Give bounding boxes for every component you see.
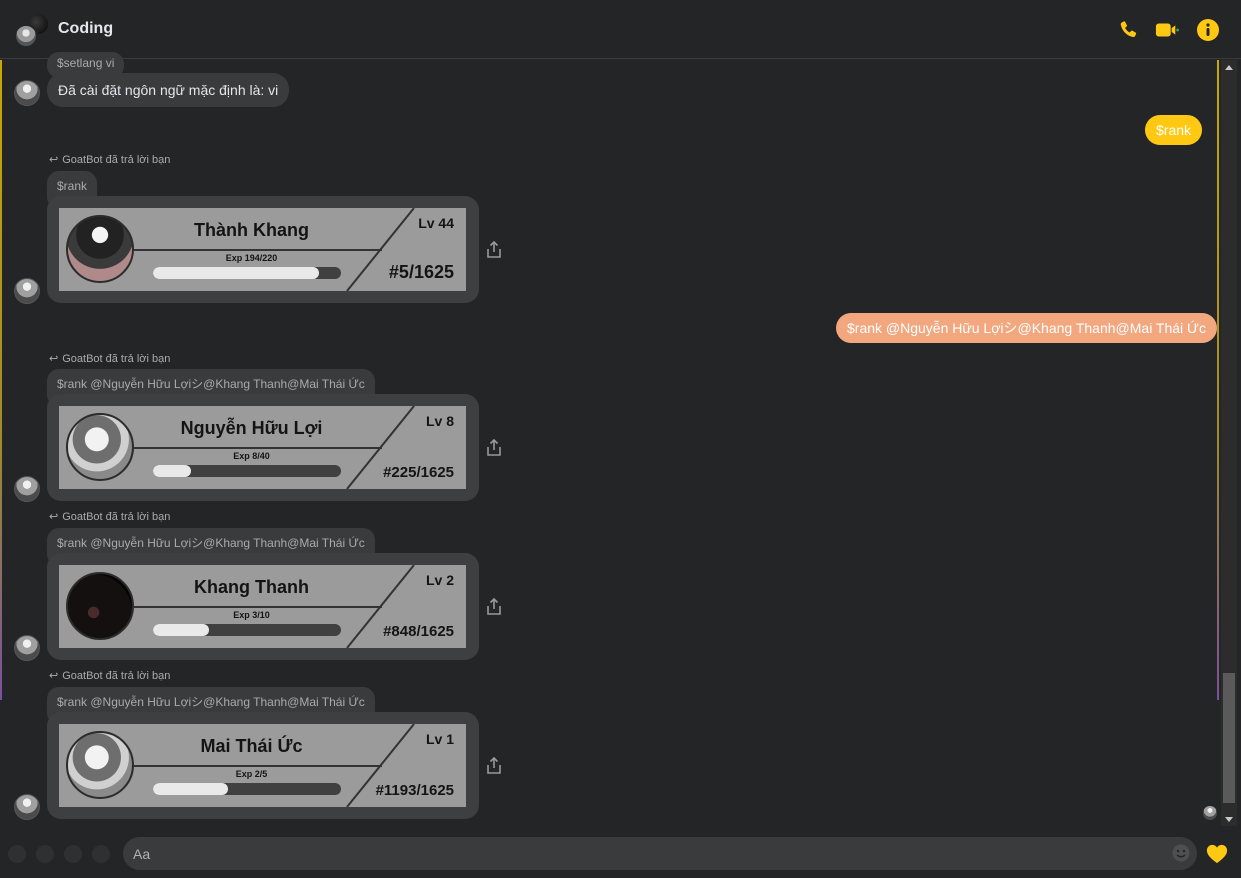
exp-progress-fill [153, 267, 319, 279]
reply-arrow-icon: ↩ [49, 353, 59, 365]
yellow-heart-icon[interactable] [1206, 843, 1228, 865]
scrollbar-thumb[interactable] [1223, 673, 1235, 803]
rank-card-message[interactable]: Thành Khang Exp 194/220 Lv 44 #5/1625 [47, 196, 479, 303]
rank-exp-text: Exp 194/220 [225, 253, 278, 263]
rank-card: Khang Thanh Exp 3/10 Lv 2 #848/1625 [59, 565, 466, 648]
rank-card: Nguyễn Hữu Lợi Exp 8/40 Lv 8 #225/1625 [59, 406, 466, 489]
group-avatar[interactable] [14, 12, 50, 48]
replied-label: ↩ GoatBot đã trả lời bạn [49, 352, 170, 365]
sender-avatar[interactable] [14, 476, 40, 502]
exp-progress-fill [153, 465, 191, 477]
rank-card: Mai Thái Ức Exp 2/5 Lv 1 #1193/1625 [59, 724, 466, 807]
exp-progress-fill [153, 783, 229, 795]
rank-exp-text: Exp 2/5 [235, 769, 268, 779]
replied-label: ↩ GoatBot đã trả lời bạn [49, 510, 170, 523]
group-avatar-member-2 [14, 24, 38, 48]
replied-label-text: GoatBot đã trả lời bạn [62, 670, 171, 682]
user-avatar [66, 215, 134, 283]
seen-indicator-avatar [1203, 806, 1217, 820]
share-icon[interactable] [486, 241, 502, 259]
rank-exp-text: Exp 3/10 [233, 610, 270, 620]
incoming-message[interactable]: Đã cài đặt ngôn ngữ mặc định là: vi [47, 73, 290, 107]
gif-icon[interactable] [92, 845, 110, 863]
outgoing-message[interactable]: $rank @Nguyễn Hữu Lợiシ@Khang Thanh@Mai T… [836, 313, 1218, 343]
window-edge-left [0, 60, 2, 700]
user-avatar [66, 572, 134, 640]
reply-arrow-icon: ↩ [49, 511, 59, 523]
share-icon[interactable] [486, 439, 502, 457]
share-icon[interactable] [486, 757, 502, 775]
scroll-down-arrow-icon[interactable] [1225, 817, 1233, 822]
chat-title[interactable]: Coding [58, 20, 113, 38]
rank-position: #1193/1625 [375, 782, 454, 799]
rank-user-name: Khang Thanh [194, 577, 309, 597]
messenger-window: Coding $setlang vi Đã cài đặt ngôn ngữ m… [0, 0, 1241, 878]
sender-avatar[interactable] [14, 278, 40, 304]
rank-position: #5/1625 [388, 262, 454, 282]
rank-card-message[interactable]: Mai Thái Ức Exp 2/5 Lv 1 #1193/1625 [47, 712, 479, 819]
user-avatar [66, 413, 134, 481]
replied-label: ↩ GoatBot đã trả lời bạn [49, 669, 170, 682]
rank-user-name: Thành Khang [194, 220, 309, 240]
exp-progress-bar [153, 267, 341, 279]
messages-scrollbar[interactable] [1221, 60, 1237, 826]
exp-progress-bar [153, 465, 341, 477]
rank-level: Lv 1 [425, 731, 454, 747]
user-avatar [66, 731, 134, 799]
message-composer [123, 837, 1197, 870]
sender-avatar[interactable] [14, 635, 40, 661]
exp-progress-bar [153, 783, 341, 795]
exp-progress-bar [153, 624, 341, 636]
rank-level: Lv 8 [425, 413, 454, 429]
reply-arrow-icon: ↩ [49, 670, 59, 682]
sticker-icon[interactable] [64, 845, 82, 863]
phone-icon[interactable] [1117, 18, 1141, 42]
reply-arrow-icon: ↩ [49, 154, 59, 166]
more-actions-icon[interactable] [8, 845, 26, 863]
replied-label-text: GoatBot đã trả lời bạn [62, 511, 171, 523]
outgoing-message[interactable]: $rank [1145, 115, 1203, 145]
chat-header: Coding [0, 0, 1241, 59]
video-call-icon[interactable] [1155, 18, 1179, 42]
rank-user-name: Nguyễn Hữu Lợi [180, 418, 323, 438]
rank-user-name: Mai Thái Ức [200, 736, 303, 756]
share-icon[interactable] [486, 598, 502, 616]
emoji-icon[interactable] [1172, 844, 1190, 862]
replied-label-text: GoatBot đã trả lời bạn [62, 154, 171, 166]
rank-position: #225/1625 [383, 464, 454, 481]
sender-avatar[interactable] [14, 80, 40, 106]
rank-card-message[interactable]: Nguyễn Hữu Lợi Exp 8/40 Lv 8 #225/1625 [47, 394, 479, 501]
info-icon[interactable] [1196, 18, 1220, 42]
rank-card-message[interactable]: Khang Thanh Exp 3/10 Lv 2 #848/1625 [47, 553, 479, 660]
composer-actions [8, 845, 116, 863]
replied-label: ↩ GoatBot đã trả lời bạn [49, 153, 170, 166]
sender-avatar[interactable] [14, 794, 40, 820]
scroll-up-arrow-icon[interactable] [1225, 65, 1233, 70]
message-input[interactable] [133, 843, 1153, 865]
rank-card: Thành Khang Exp 194/220 Lv 44 #5/1625 [59, 208, 466, 291]
replied-label-text: GoatBot đã trả lời bạn [62, 353, 171, 365]
exp-progress-fill [153, 624, 210, 636]
rank-level: Lv 44 [418, 215, 454, 231]
rank-exp-text: Exp 8/40 [233, 451, 270, 461]
rank-position: #848/1625 [383, 623, 454, 640]
window-edge-right [1217, 60, 1219, 700]
image-icon[interactable] [36, 845, 54, 863]
rank-level: Lv 2 [425, 572, 454, 588]
